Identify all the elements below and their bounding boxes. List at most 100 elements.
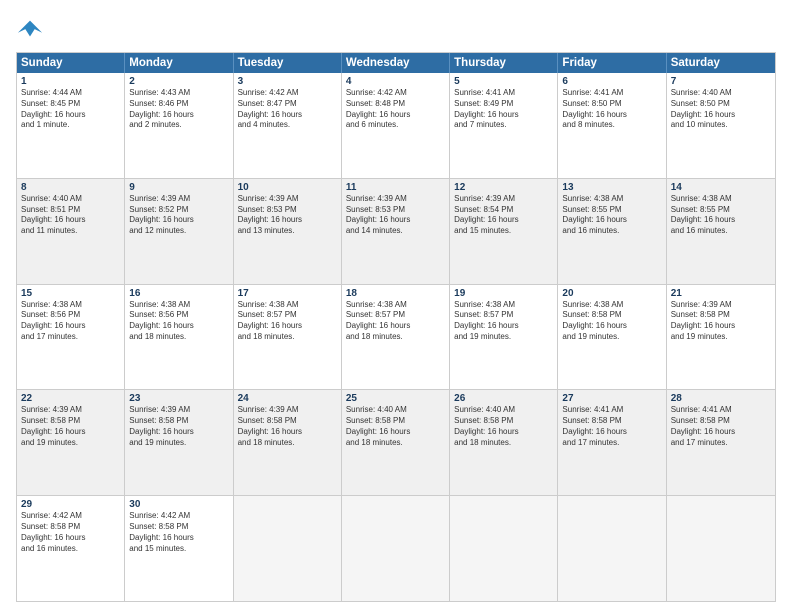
cal-cell: 11Sunrise: 4:39 AMSunset: 8:53 PMDayligh… <box>342 179 450 284</box>
day-number: 15 <box>21 288 120 299</box>
day-number: 17 <box>238 288 337 299</box>
header-day-wednesday: Wednesday <box>342 53 450 73</box>
cal-cell <box>667 496 775 601</box>
cell-info: Sunrise: 4:39 AMSunset: 8:53 PMDaylight:… <box>346 194 445 237</box>
cell-info: Sunrise: 4:43 AMSunset: 8:46 PMDaylight:… <box>129 88 228 131</box>
cal-cell: 24Sunrise: 4:39 AMSunset: 8:58 PMDayligh… <box>234 390 342 495</box>
cell-info: Sunrise: 4:38 AMSunset: 8:57 PMDaylight:… <box>238 300 337 343</box>
day-number: 30 <box>129 499 228 510</box>
cal-cell: 8Sunrise: 4:40 AMSunset: 8:51 PMDaylight… <box>17 179 125 284</box>
cal-cell <box>558 496 666 601</box>
calendar-header: SundayMondayTuesdayWednesdayThursdayFrid… <box>17 53 775 73</box>
cell-info: Sunrise: 4:40 AMSunset: 8:50 PMDaylight:… <box>671 88 771 131</box>
cal-cell: 25Sunrise: 4:40 AMSunset: 8:58 PMDayligh… <box>342 390 450 495</box>
day-number: 13 <box>562 182 661 193</box>
cell-info: Sunrise: 4:41 AMSunset: 8:49 PMDaylight:… <box>454 88 553 131</box>
cal-cell: 30Sunrise: 4:42 AMSunset: 8:58 PMDayligh… <box>125 496 233 601</box>
cal-cell: 3Sunrise: 4:42 AMSunset: 8:47 PMDaylight… <box>234 73 342 178</box>
cal-cell: 28Sunrise: 4:41 AMSunset: 8:58 PMDayligh… <box>667 390 775 495</box>
cal-cell: 4Sunrise: 4:42 AMSunset: 8:48 PMDaylight… <box>342 73 450 178</box>
cell-info: Sunrise: 4:39 AMSunset: 8:52 PMDaylight:… <box>129 194 228 237</box>
logo <box>16 16 48 44</box>
day-number: 23 <box>129 393 228 404</box>
header-day-monday: Monday <box>125 53 233 73</box>
cal-cell: 16Sunrise: 4:38 AMSunset: 8:56 PMDayligh… <box>125 285 233 390</box>
cell-info: Sunrise: 4:40 AMSunset: 8:58 PMDaylight:… <box>454 405 553 448</box>
day-number: 24 <box>238 393 337 404</box>
cell-info: Sunrise: 4:38 AMSunset: 8:58 PMDaylight:… <box>562 300 661 343</box>
cal-cell: 22Sunrise: 4:39 AMSunset: 8:58 PMDayligh… <box>17 390 125 495</box>
calendar-row-0: 1Sunrise: 4:44 AMSunset: 8:45 PMDaylight… <box>17 73 775 178</box>
day-number: 16 <box>129 288 228 299</box>
cell-info: Sunrise: 4:42 AMSunset: 8:58 PMDaylight:… <box>21 511 120 554</box>
day-number: 9 <box>129 182 228 193</box>
cal-cell: 7Sunrise: 4:40 AMSunset: 8:50 PMDaylight… <box>667 73 775 178</box>
page: SundayMondayTuesdayWednesdayThursdayFrid… <box>0 0 792 612</box>
header-day-thursday: Thursday <box>450 53 558 73</box>
cell-info: Sunrise: 4:39 AMSunset: 8:58 PMDaylight:… <box>21 405 120 448</box>
calendar-body: 1Sunrise: 4:44 AMSunset: 8:45 PMDaylight… <box>17 73 775 601</box>
day-number: 12 <box>454 182 553 193</box>
cal-cell: 9Sunrise: 4:39 AMSunset: 8:52 PMDaylight… <box>125 179 233 284</box>
cal-cell: 2Sunrise: 4:43 AMSunset: 8:46 PMDaylight… <box>125 73 233 178</box>
day-number: 14 <box>671 182 771 193</box>
day-number: 2 <box>129 76 228 87</box>
cell-info: Sunrise: 4:42 AMSunset: 8:47 PMDaylight:… <box>238 88 337 131</box>
cal-cell: 10Sunrise: 4:39 AMSunset: 8:53 PMDayligh… <box>234 179 342 284</box>
day-number: 8 <box>21 182 120 193</box>
day-number: 29 <box>21 499 120 510</box>
cal-cell: 29Sunrise: 4:42 AMSunset: 8:58 PMDayligh… <box>17 496 125 601</box>
cal-cell: 17Sunrise: 4:38 AMSunset: 8:57 PMDayligh… <box>234 285 342 390</box>
cal-cell <box>450 496 558 601</box>
cell-info: Sunrise: 4:42 AMSunset: 8:48 PMDaylight:… <box>346 88 445 131</box>
cell-info: Sunrise: 4:41 AMSunset: 8:58 PMDaylight:… <box>562 405 661 448</box>
cal-cell: 26Sunrise: 4:40 AMSunset: 8:58 PMDayligh… <box>450 390 558 495</box>
cal-cell: 21Sunrise: 4:39 AMSunset: 8:58 PMDayligh… <box>667 285 775 390</box>
cell-info: Sunrise: 4:39 AMSunset: 8:58 PMDaylight:… <box>129 405 228 448</box>
cal-cell: 19Sunrise: 4:38 AMSunset: 8:57 PMDayligh… <box>450 285 558 390</box>
cell-info: Sunrise: 4:44 AMSunset: 8:45 PMDaylight:… <box>21 88 120 131</box>
day-number: 5 <box>454 76 553 87</box>
day-number: 22 <box>21 393 120 404</box>
cell-info: Sunrise: 4:39 AMSunset: 8:53 PMDaylight:… <box>238 194 337 237</box>
day-number: 10 <box>238 182 337 193</box>
cell-info: Sunrise: 4:38 AMSunset: 8:56 PMDaylight:… <box>129 300 228 343</box>
cell-info: Sunrise: 4:38 AMSunset: 8:57 PMDaylight:… <box>346 300 445 343</box>
header-day-sunday: Sunday <box>17 53 125 73</box>
cal-cell: 14Sunrise: 4:38 AMSunset: 8:55 PMDayligh… <box>667 179 775 284</box>
cal-cell: 6Sunrise: 4:41 AMSunset: 8:50 PMDaylight… <box>558 73 666 178</box>
day-number: 7 <box>671 76 771 87</box>
cell-info: Sunrise: 4:40 AMSunset: 8:51 PMDaylight:… <box>21 194 120 237</box>
day-number: 11 <box>346 182 445 193</box>
cal-cell: 1Sunrise: 4:44 AMSunset: 8:45 PMDaylight… <box>17 73 125 178</box>
day-number: 28 <box>671 393 771 404</box>
cal-cell: 5Sunrise: 4:41 AMSunset: 8:49 PMDaylight… <box>450 73 558 178</box>
day-number: 27 <box>562 393 661 404</box>
cal-cell: 23Sunrise: 4:39 AMSunset: 8:58 PMDayligh… <box>125 390 233 495</box>
cal-cell: 18Sunrise: 4:38 AMSunset: 8:57 PMDayligh… <box>342 285 450 390</box>
cell-info: Sunrise: 4:39 AMSunset: 8:54 PMDaylight:… <box>454 194 553 237</box>
cell-info: Sunrise: 4:42 AMSunset: 8:58 PMDaylight:… <box>129 511 228 554</box>
day-number: 26 <box>454 393 553 404</box>
calendar-row-4: 29Sunrise: 4:42 AMSunset: 8:58 PMDayligh… <box>17 495 775 601</box>
cal-cell: 27Sunrise: 4:41 AMSunset: 8:58 PMDayligh… <box>558 390 666 495</box>
calendar: SundayMondayTuesdayWednesdayThursdayFrid… <box>16 52 776 602</box>
cal-cell: 20Sunrise: 4:38 AMSunset: 8:58 PMDayligh… <box>558 285 666 390</box>
cell-info: Sunrise: 4:39 AMSunset: 8:58 PMDaylight:… <box>671 300 771 343</box>
header-day-saturday: Saturday <box>667 53 775 73</box>
cal-cell: 13Sunrise: 4:38 AMSunset: 8:55 PMDayligh… <box>558 179 666 284</box>
cell-info: Sunrise: 4:38 AMSunset: 8:55 PMDaylight:… <box>671 194 771 237</box>
cell-info: Sunrise: 4:38 AMSunset: 8:55 PMDaylight:… <box>562 194 661 237</box>
day-number: 4 <box>346 76 445 87</box>
header-day-tuesday: Tuesday <box>234 53 342 73</box>
cal-cell: 12Sunrise: 4:39 AMSunset: 8:54 PMDayligh… <box>450 179 558 284</box>
header-day-friday: Friday <box>558 53 666 73</box>
calendar-row-3: 22Sunrise: 4:39 AMSunset: 8:58 PMDayligh… <box>17 389 775 495</box>
day-number: 18 <box>346 288 445 299</box>
cal-cell <box>234 496 342 601</box>
day-number: 21 <box>671 288 771 299</box>
cell-info: Sunrise: 4:41 AMSunset: 8:58 PMDaylight:… <box>671 405 771 448</box>
cell-info: Sunrise: 4:38 AMSunset: 8:57 PMDaylight:… <box>454 300 553 343</box>
day-number: 19 <box>454 288 553 299</box>
cell-info: Sunrise: 4:39 AMSunset: 8:58 PMDaylight:… <box>238 405 337 448</box>
